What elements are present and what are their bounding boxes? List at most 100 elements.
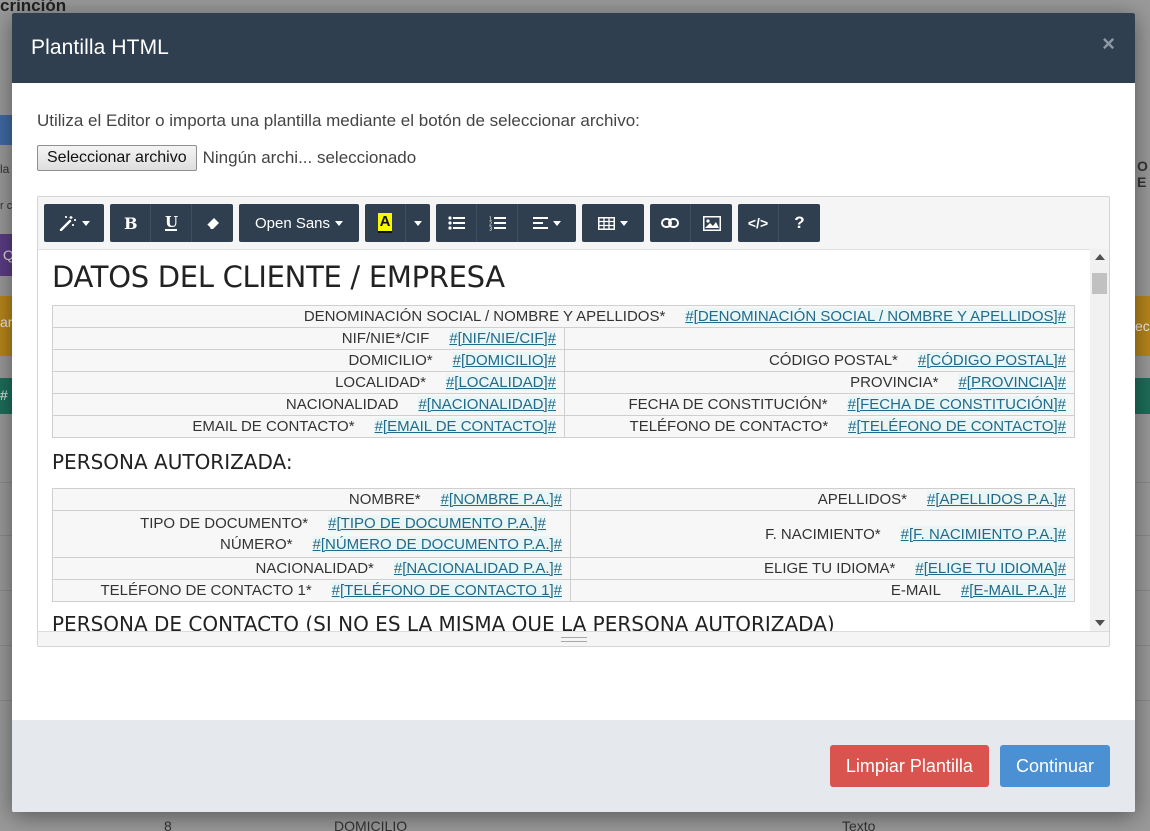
help-icon: ? (794, 213, 805, 232)
table-cell: TIPO DE DOCUMENTO* #[TIPO DE DOCUMENTO P.… (52, 510, 571, 558)
scroll-down-arrow-icon[interactable] (1095, 620, 1105, 626)
table-dropdown[interactable] (582, 204, 644, 242)
table-cell: TELÉFONO DE CONTACTO* #[TELÉFONO DE CONTA… (564, 415, 1075, 438)
image-icon (702, 215, 721, 231)
editor-content[interactable]: DATOS DEL CLIENTE / EMPRESA DENOMINACIÓN… (38, 249, 1109, 631)
svg-text:3: 3 (489, 226, 492, 231)
insert-image-button[interactable] (691, 204, 732, 242)
background-cell: DOMICILIO (334, 818, 408, 831)
table-cell: LOCALIDAD* #[LOCALIDAD]# (52, 371, 565, 394)
table-row: EMAIL DE CONTACTO* #[EMAIL DE CONTACTO]# … (52, 415, 1075, 438)
grip-icon (560, 636, 587, 642)
magic-style-button[interactable] (44, 204, 104, 242)
field-tag: #[NÚMERO DE DOCUMENTO P.A.]# (312, 536, 562, 553)
chevron-down-icon (553, 220, 561, 226)
field-label: F. NACIMIENTO* (765, 525, 881, 543)
table-row: NIF/NIE*/CIF #[NIF/NIE/CIF]# (52, 327, 1075, 350)
close-icon[interactable]: × (1102, 31, 1115, 57)
field-label: NIF/NIE*/CIF (341, 330, 430, 347)
table-row: NACIONALIDAD #[NACIONALIDAD]# FECHA DE CO… (52, 393, 1075, 416)
select-file-button[interactable]: Seleccionar archivo (37, 145, 197, 171)
field-label: NOMBRE* (348, 491, 421, 508)
insert-group (650, 204, 732, 242)
bold-icon: B (124, 215, 137, 231)
field-label: NACIONALIDAD (285, 396, 399, 413)
field-label: PROVINCIA* (850, 374, 939, 391)
clear-template-button[interactable]: Limpiar Plantilla (829, 745, 989, 787)
scroll-thumb[interactable] (1092, 273, 1107, 294)
field-tag: #[NOMBRE P.A.]# (440, 491, 562, 508)
table-cell: E-MAIL #[E-MAIL P.A.]# (570, 579, 1075, 602)
underline-button[interactable]: U (151, 204, 192, 242)
underline-icon: U (165, 214, 178, 231)
chevron-down-icon (414, 220, 422, 226)
field-tag: #[FECHA DE CONSTITUCIÓN]# (847, 396, 1066, 413)
field-label: FECHA DE CONSTITUCIÓN* (628, 396, 828, 413)
field-line: TIPO DE DOCUMENTO* #[TIPO DE DOCUMENTO P.… (61, 513, 562, 534)
field-tag: #[NACIONALIDAD]# (418, 396, 556, 413)
table-cell: DENOMINACIÓN SOCIAL / NOMBRE Y APELLIDOS… (52, 305, 1075, 328)
table-row: DOMICILIO* #[DOMICILIO]# CÓDIGO POSTAL* #[… (52, 349, 1075, 372)
bold-button[interactable]: B (110, 204, 151, 242)
bulleted-list-icon (447, 216, 465, 230)
svg-text:U: U (165, 214, 178, 231)
intro-text: Utiliza el Editor o importa una plantill… (37, 111, 640, 130)
background-cell: 8 (164, 818, 172, 831)
table-group (582, 204, 644, 242)
help-button[interactable]: ? (779, 204, 820, 242)
code-icon: </> (747, 215, 769, 231)
field-tag: #[APELLIDOS P.A.]# (927, 491, 1066, 508)
field-tag: #[E-MAIL P.A.]# (960, 582, 1066, 599)
table-row: TIPO DE DOCUMENTO* #[TIPO DE DOCUMENTO P.… (52, 510, 1075, 558)
highlight-color-button[interactable]: A (365, 204, 406, 242)
table-cell: APELLIDOS* #[APELLIDOS P.A.]# (570, 488, 1075, 511)
editor-resize-handle[interactable] (38, 631, 1109, 646)
background-checkbox (0, 115, 12, 145)
field-tag: #[NIF/NIE/CIF]# (449, 330, 556, 347)
paragraph-group: 123 (436, 204, 576, 242)
background-fragment: ecc (1135, 318, 1150, 334)
unordered-list-button[interactable] (436, 204, 477, 242)
field-line: NÚMERO* #[NÚMERO DE DOCUMENTO P.A.]# (61, 534, 562, 555)
field-tag: #[TELÉFONO DE CONTACTO 1]# (331, 582, 562, 599)
table-icon (598, 216, 615, 230)
field-label: LOCALIDAD* (335, 374, 426, 391)
color-group: A (365, 204, 430, 242)
background-fragment: la (0, 162, 10, 176)
table-row: TELÉFONO DE CONTACTO 1* #[TELÉFONO DE CON… (52, 579, 1075, 602)
align-dropdown[interactable] (518, 204, 576, 242)
table-cell: PROVINCIA* #[PROVINCIA]# (564, 371, 1075, 394)
authorized-person-table: NOMBRE* #[NOMBRE P.A.]# APELLIDOS* #[APELL… (52, 488, 1075, 602)
field-label: NACIONALIDAD* (255, 560, 374, 577)
table-cell: TELÉFONO DE CONTACTO 1* #[TELÉFONO DE CON… (52, 579, 571, 602)
field-tag: #[EMAIL DE CONTACTO]# (374, 418, 556, 435)
field-label: ELIGE TU IDIOMA* (763, 560, 896, 577)
table-cell: EMAIL DE CONTACTO* #[EMAIL DE CONTACTO]# (52, 415, 565, 438)
code-view-button[interactable]: </> (738, 204, 779, 242)
insert-link-button[interactable] (650, 204, 691, 242)
ordered-list-button[interactable]: 123 (477, 204, 518, 242)
field-label: E-MAIL (890, 582, 941, 599)
editor-scrollbar[interactable] (1090, 249, 1109, 631)
field-label: DENOMINACIÓN SOCIAL / NOMBRE Y APELLIDOS… (303, 308, 666, 325)
table-cell: NACIONALIDAD* #[NACIONALIDAD P.A.]# (52, 557, 571, 580)
color-dropdown[interactable] (406, 204, 430, 242)
table-row: NACIONALIDAD* #[NACIONALIDAD P.A.]# ELIGE… (52, 557, 1075, 580)
field-tag: #[DENOMINACIÓN SOCIAL / NOMBRE Y APELLID… (685, 308, 1066, 325)
chevron-down-icon (620, 220, 628, 226)
section-contact-title: PERSONA DE CONTACTO (SI NO ES LA MISMA Q… (52, 612, 835, 631)
field-label: CÓDIGO POSTAL* (768, 352, 898, 369)
numbered-list-icon: 123 (489, 216, 506, 231)
font-family-dropdown[interactable]: Open Sans (239, 204, 359, 242)
table-row: DENOMINACIÓN SOCIAL / NOMBRE Y APELLIDOS… (52, 305, 1075, 328)
highlight-icon: A (377, 213, 393, 233)
clear-format-button[interactable] (192, 204, 233, 242)
background-cell: Texto (842, 818, 876, 831)
field-label: NÚMERO* (219, 536, 293, 553)
field-tag: #[NACIONALIDAD P.A.]# (393, 560, 562, 577)
modal-footer: Limpiar Plantilla Continuar (12, 720, 1135, 812)
style-group (44, 204, 104, 242)
continue-button[interactable]: Continuar (999, 745, 1110, 787)
modal-header: Plantilla HTML × (12, 13, 1135, 83)
scroll-up-arrow-icon[interactable] (1095, 254, 1105, 260)
